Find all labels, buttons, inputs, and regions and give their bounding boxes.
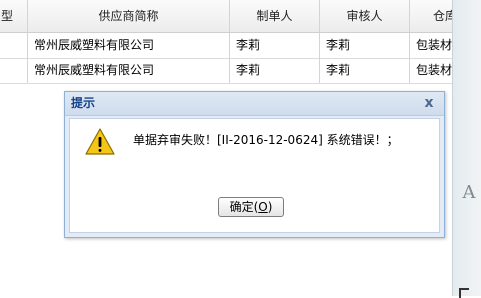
reviewer-cell: 李莉 <box>320 33 410 58</box>
dialog-body: 单据弃审失败！[II-2016-12-0624] 系统错误！； 确定(O) <box>69 118 440 233</box>
ok-label-prefix: 确定( <box>229 200 259 214</box>
warehouse-cell: 包装材 <box>416 38 452 52</box>
reviewer-cell: 李莉 <box>320 58 410 83</box>
table-row[interactable]: 常州辰威塑料有限公司 李莉 李莉 包装材 <box>0 58 452 84</box>
creator-cell: 李莉 <box>230 58 320 83</box>
dialog-message: 单据弃审失败！[II-2016-12-0624] 系统错误！； <box>133 133 399 147</box>
dialog-title-bar[interactable]: 提示 x <box>65 92 444 116</box>
close-icon[interactable]: x <box>421 94 437 112</box>
column-header-type[interactable]: 型 <box>0 0 28 32</box>
ok-button[interactable]: 确定(O) <box>218 197 284 217</box>
ok-label-suffix: ) <box>267 200 273 214</box>
ok-label-accelerator: O <box>258 200 268 214</box>
alert-dialog: 提示 x 单据弃审失败！[II-2016-12-0624] 系统错误！； 确定(… <box>64 91 445 238</box>
grid-header: 型 供应商简称 制单人 审核人 仓库 <box>0 0 452 33</box>
creator-cell: 李莉 <box>230 33 320 58</box>
column-header-supplier[interactable]: 供应商简称 <box>28 0 230 32</box>
side-panel: A <box>452 0 481 298</box>
column-header-warehouse[interactable]: 仓库 <box>410 0 452 32</box>
column-header-reviewer[interactable]: 审核人 <box>320 0 410 32</box>
resize-corner-icon <box>459 288 469 298</box>
supplier-cell: 常州辰威塑料有限公司 <box>28 58 230 83</box>
column-header-creator[interactable]: 制单人 <box>230 0 320 32</box>
supplier-cell: 常州辰威塑料有限公司 <box>28 33 230 58</box>
row-type-cell <box>0 33 28 58</box>
warehouse-cell: 包装材 <box>416 63 452 77</box>
font-size-icon[interactable]: A <box>458 182 480 204</box>
warning-icon <box>85 128 115 155</box>
table-row[interactable]: 常州辰威塑料有限公司 李莉 李莉 包装材 <box>0 33 452 59</box>
dialog-title: 提示 <box>71 96 96 110</box>
row-type-cell <box>0 58 28 83</box>
data-grid: 型 供应商简称 制单人 审核人 仓库 常州辰威塑料有限公司 李莉 李莉 包装材 … <box>0 0 452 84</box>
